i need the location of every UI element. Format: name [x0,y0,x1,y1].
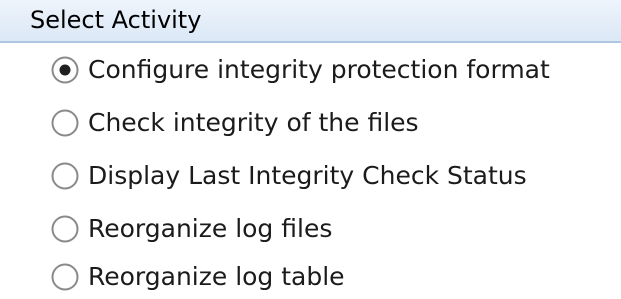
radio-option-label: Reorganize log files [88,214,333,243]
radio-unselected-icon[interactable] [50,262,80,292]
select-activity-panel: Select Activity Configure integrity prot… [0,0,621,291]
radio-option-label: Display Last Integrity Check Status [88,161,527,190]
radio-option-configure-integrity[interactable]: Configure integrity protection format [50,48,550,92]
radio-option-label: Configure integrity protection format [88,55,550,84]
radio-option-display-last-check[interactable]: Display Last Integrity Check Status [50,154,527,198]
radio-unselected-icon[interactable] [50,161,80,191]
radio-option-reorganize-log-files[interactable]: Reorganize log files [50,207,332,251]
radio-option-reorganize-log-table[interactable]: Reorganize log table [50,255,345,299]
radio-option-label: Check integrity of the files [88,108,419,137]
radio-unselected-icon[interactable] [50,214,80,244]
group-header: Select Activity [0,0,621,43]
group-title: Select Activity [30,6,202,34]
radio-option-label: Reorganize log table [88,262,345,291]
radio-option-check-integrity[interactable]: Check integrity of the files [50,101,419,145]
radio-unselected-icon[interactable] [50,108,80,138]
radio-selected-icon[interactable] [50,55,80,85]
